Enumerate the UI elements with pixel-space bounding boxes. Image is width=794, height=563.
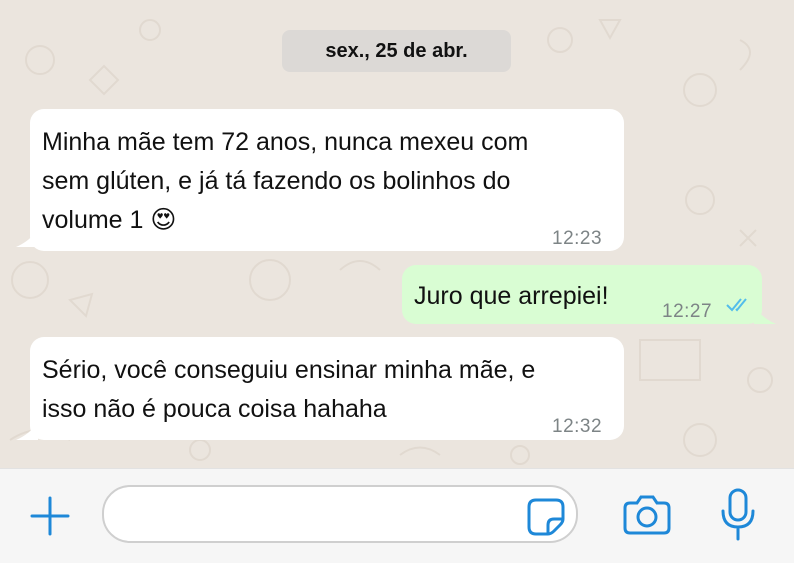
message-line: sem glúten, e já tá fazendo os bolinhos … — [42, 167, 511, 195]
message-line: Minha mãe tem 72 anos, nunca mexeu com — [42, 128, 529, 156]
message-input[interactable] — [102, 485, 578, 543]
outgoing-message-bubble[interactable]: Juro que arrepiei! 12:27 — [402, 265, 776, 324]
date-separator: sex., 25 de abr. — [282, 30, 511, 72]
chat-area: sex., 25 de abr. Minha mãe tem 72 anos, … — [0, 0, 794, 468]
incoming-message-bubble[interactable]: Sério, você conseguiu ensinar minha mãe,… — [16, 337, 624, 440]
camera-icon[interactable] — [622, 492, 672, 536]
message-line: Juro que arrepiei! — [414, 282, 609, 310]
microphone-icon[interactable] — [718, 487, 758, 543]
message-text: Minha mãe tem 72 anos, nunca mexeu com s… — [42, 123, 528, 240]
message-text: Sério, você conseguiu ensinar minha mãe,… — [42, 351, 535, 429]
message-time: 12:23 — [552, 228, 603, 249]
double-check-icon — [726, 298, 747, 312]
bubble-tail — [16, 422, 38, 440]
message-line: isso não é pouca coisa hahaha — [42, 395, 387, 423]
message-input-bar — [0, 468, 794, 563]
heart-eyes-emoji: 😍 — [150, 206, 177, 234]
sticker-icon[interactable] — [526, 497, 566, 537]
message-time: 12:32 — [552, 416, 603, 437]
message-line: volume 1 😍 — [42, 206, 177, 234]
message-time: 12:27 — [662, 301, 713, 322]
message-line: Sério, você conseguiu ensinar minha mãe,… — [42, 356, 536, 384]
plus-icon[interactable] — [28, 494, 72, 538]
message-text: Juro que arrepiei! — [414, 279, 609, 318]
incoming-message-bubble[interactable]: Minha mãe tem 72 anos, nunca mexeu com s… — [16, 109, 624, 251]
bubble-tail — [754, 306, 776, 324]
bubble-tail — [16, 229, 38, 247]
